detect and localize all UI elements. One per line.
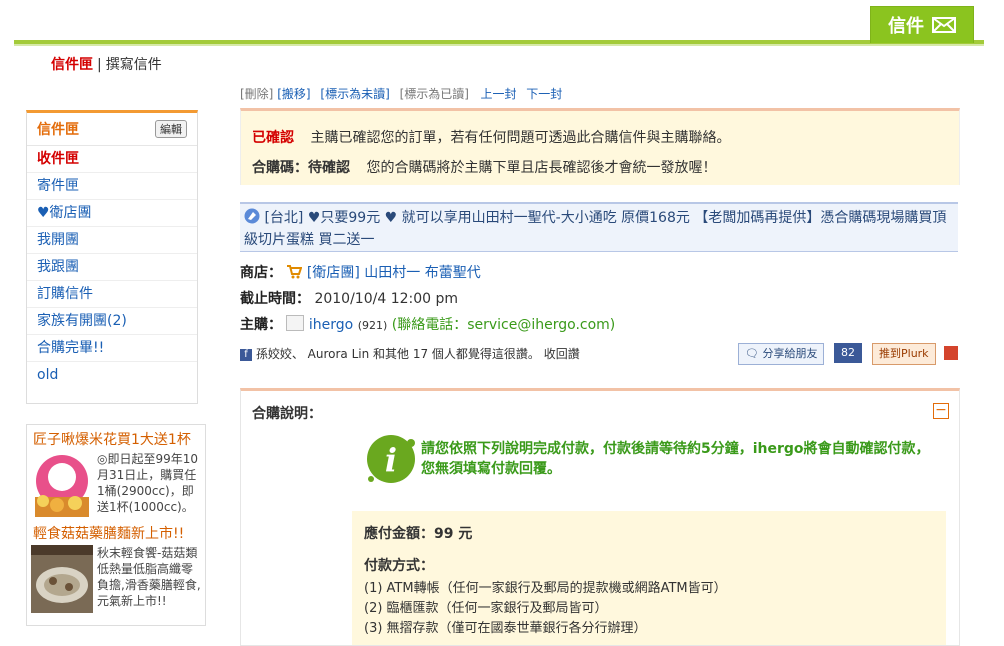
sidebar-item-my-groups[interactable]: 我開團 — [27, 227, 197, 254]
plurk-button[interactable]: 推到Plurk — [872, 343, 936, 365]
sidebar-title: 信件匣 — [37, 122, 79, 138]
next-mail-link[interactable]: 下一封 — [526, 87, 562, 101]
popcorn-image — [31, 451, 93, 519]
svg-text:i: i — [385, 441, 397, 479]
deadline-value: 2010/10/4 12:00 pm — [314, 291, 459, 307]
ad-panel: 匠子啾爆米花買1大送1杯 ◎即日起至99年10月31日止，購買任1桶(2900c… — [26, 424, 206, 626]
payment-note: 請您依照下列說明完成付款，付款後請等待約5分鐘，ihergo將會自動確認付款，您… — [421, 441, 930, 477]
ad-title[interactable]: 輕食菇菇藥膳麵新上市!! — [27, 519, 205, 545]
payment-method-header: 付款方式： — [364, 558, 434, 574]
collapse-icon[interactable]: − — [933, 403, 949, 419]
facebook-icon: f — [240, 348, 252, 361]
store-row: 商店： [衛店團] 山田村一 布蕾聖代 — [240, 262, 481, 282]
noodle-image — [31, 545, 93, 613]
prev-mail-link[interactable]: 上一封 — [480, 87, 516, 101]
payment-amount: 應付金額：99 元 — [364, 526, 473, 542]
ad-title[interactable]: 匠子啾爆米花買1大送1杯 — [27, 425, 205, 451]
sidebar-item-inbox[interactable]: 收件匣 — [27, 146, 197, 173]
mark-unread-button[interactable]: [標示為未讀] — [320, 87, 389, 101]
payment-method-item: (3) 無摺存款（僅可在國泰世華銀行各分行辦理） — [364, 621, 647, 636]
like-summary: f 孫姣姣、 Aurora Lin 和其他 17 個人都覺得這很讚。 收回讚 — [240, 345, 580, 362]
sidebar-item-old[interactable]: old — [27, 362, 197, 388]
owner-avatar-icon[interactable] — [286, 315, 305, 331]
plurk-icon[interactable] — [944, 346, 958, 360]
payment-method-item: (2) 臨櫃匯款（任何一家銀行及郵局皆可） — [364, 601, 608, 616]
mail-subject: [台北] ♥只要99元 ♥ 就可以享用山田村一聖代-大小通吃 原價168元 【老… — [240, 202, 958, 252]
owner-label: 主購： — [240, 317, 282, 333]
envelope-icon — [932, 17, 956, 33]
share-icon: 🗨 — [745, 347, 759, 360]
mail-tab-label: 信件 — [888, 16, 924, 37]
sidebar-item-sent[interactable]: 寄件匣 — [27, 173, 197, 200]
submenu-compose-link[interactable]: 撰寫信件 — [106, 57, 162, 73]
sidebar-item-family[interactable]: 家族有開團(2) — [27, 308, 197, 335]
confirm-status-row: 已確認 主購已確認您的訂單，若有任何問題可透過此合購信件與主購聯絡。 — [252, 127, 730, 147]
sidebar-item-joined-groups[interactable]: 我跟團 — [27, 254, 197, 281]
top-divider — [14, 44, 984, 46]
cart-icon — [287, 265, 303, 279]
mail-submenu: 信件匣 | 撰寫信件 — [51, 54, 162, 74]
owner-row: 主購： ihergo (921) (聯絡電話：service@ihergo.co… — [240, 314, 615, 334]
mail-toolbar: [刪除] [搬移] [標示為未讀] [標示為已讀] 上一封 下一封 — [240, 85, 568, 102]
deadline-row: 截止時間： 2010/10/4 12:00 pm — [240, 288, 458, 308]
submenu-inbox-link[interactable]: 信件匣 — [51, 57, 93, 73]
mail-tab[interactable]: 信件 — [870, 6, 974, 43]
unlike-link[interactable]: 收回讚 — [544, 347, 580, 361]
deadline-label: 截止時間： — [240, 291, 310, 307]
confirm-status-text: 主購已確認您的訂單，若有任何問題可透過此合購信件與主購聯絡。 — [310, 130, 731, 146]
sidebar-header: 信件匣 編輯 — [27, 113, 197, 146]
ad-item[interactable]: ◎即日起至99年10月31日止，購買任1桶(2900cc)，即送1杯(1000c… — [27, 451, 205, 519]
group-code-label: 合購碼：待確認 — [252, 160, 350, 176]
info-icon: i — [367, 435, 415, 483]
store-label: 商店： — [240, 265, 282, 281]
share-count: 82 — [834, 343, 862, 363]
edit-button[interactable]: 編輯 — [155, 120, 187, 138]
owner-link[interactable]: ihergo — [309, 317, 353, 333]
mail-subject-text: [台北] ♥只要99元 ♥ 就可以享用山田村一聖代-大小通吃 原價168元 【老… — [244, 210, 947, 248]
sidebar-item-wei-store[interactable]: ♥衛店團 — [27, 200, 197, 227]
confirm-status-label: 已確認 — [252, 130, 294, 146]
group-explanation-panel: 合購說明： − i 請您依照下列說明完成付款，付款後請等待約5分鐘，ihergo… — [240, 388, 960, 646]
sidebar-item-orders[interactable]: 訂購信件 — [27, 281, 197, 308]
payment-method-item: (1) ATM轉帳（任何一家銀行及郵局的提款機或網路ATM皆可） — [364, 581, 727, 596]
explanation-title: 合購說明： — [252, 406, 322, 422]
confirm-code-row: 合購碼：待確認 您的合購碼將於主購下單且店長確認後才會統一發放喔！ — [252, 157, 716, 177]
owner-count: (921) — [357, 319, 388, 332]
share-label: 分享給朋友 — [762, 347, 818, 360]
delete-button[interactable]: [刪除] — [240, 87, 273, 101]
payment-box: 應付金額：99 元 付款方式： (1) ATM轉帳（任何一家銀行及郵局的提款機或… — [352, 511, 946, 645]
mailbox-sidebar: 信件匣 編輯 收件匣 寄件匣 ♥衛店團 我開團 我跟團 訂購信件 家族有開團(2… — [26, 110, 198, 404]
owner-contact: (聯絡電話：service@ihergo.com) — [391, 317, 616, 333]
ad-text: 秋末輕食饗-菇菇類低熱量低脂高纖零負擔,滑香藥膳輕食,元氣新上市!! — [97, 546, 201, 608]
group-code-text: 您的合購碼將於主購下單且店長確認後才會統一發放喔！ — [366, 160, 717, 176]
like-text: 孫姣姣、 Aurora Lin 和其他 17 個人都覺得這很讚。 — [255, 347, 540, 361]
ad-text: ◎即日起至99年10月31日止，購買任1桶(2900cc)，即送1杯(1000c… — [97, 452, 199, 514]
submenu-separator: | — [97, 57, 102, 73]
confirmation-box: 已確認 主購已確認您的訂單，若有任何問題可透過此合購信件與主購聯絡。 合購碼：待… — [240, 108, 960, 185]
ad-item[interactable]: 秋末輕食饗-菇菇類低熱量低脂高纖零負擔,滑香藥膳輕食,元氣新上市!! — [27, 545, 205, 613]
move-button[interactable]: [搬移] — [277, 87, 310, 101]
share-button[interactable]: 🗨 分享給朋友 — [738, 343, 825, 365]
sidebar-item-completed[interactable]: 合購完畢!! — [27, 335, 197, 362]
store-link[interactable]: [衛店團] 山田村一 布蕾聖代 — [307, 265, 481, 281]
mail-subject-icon — [244, 208, 260, 224]
mark-read-button[interactable]: [標示為已讀] — [400, 87, 469, 101]
